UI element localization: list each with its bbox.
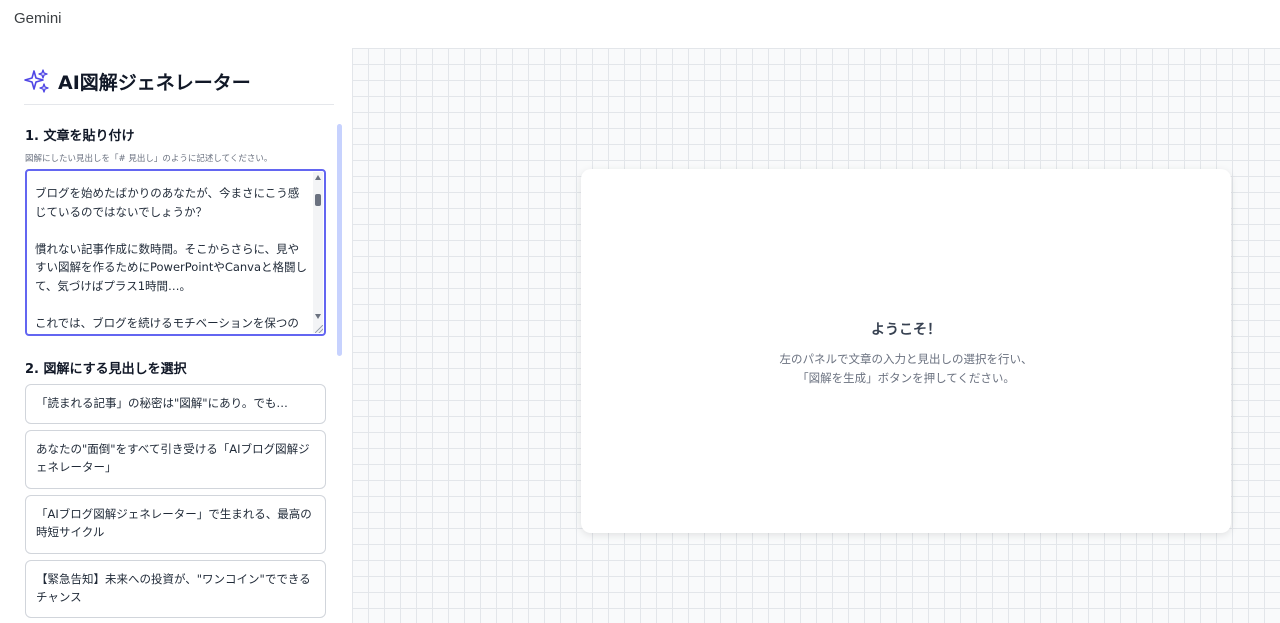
sparkle-icon [24,69,49,93]
resize-handle-icon[interactable] [315,325,323,333]
welcome-instruction-line2: 「図解を生成」ボタンを押してください。 [797,371,1015,385]
heading-option[interactable]: 【緊急告知】未来への投資が、"ワンコイン"でできるチャンス [25,560,326,618]
welcome-instruction-line1: 左のパネルで文章の入力と見出しの選択を行い、 [779,352,1033,366]
sidebar-scrollbar-thumb[interactable] [337,124,342,356]
section-paste-title: 1. 文章を貼り付け [25,129,135,144]
scroll-down-arrow-icon[interactable] [315,314,321,319]
heading-option[interactable]: 「読まれる記事」の秘密は"図解"にあり。でも… [25,384,326,424]
sidebar-title: AI図解ジェネレーター [58,72,251,94]
scroll-up-arrow-icon[interactable] [315,175,321,180]
top-bar: Gemini [0,0,1280,40]
welcome-card: ようこそ！ 左のパネルで文章の入力と見出しの選択を行い、 「図解を生成」ボタンを… [581,169,1231,533]
textarea-scroll-thumb[interactable] [315,194,321,206]
sidebar-panel: AI図解ジェネレーター 1. 文章を貼り付け 図解にしたい見出しを「# 見出し」… [0,48,346,623]
heading-option[interactable]: 「AIブログ図解ジェネレーター」で生まれる、最高の時短サイクル [25,495,326,554]
sidebar-scroll-area[interactable]: 1. 文章を貼り付け 図解にしたい見出しを「# 見出し」のように記述してください… [0,114,346,623]
article-textarea-value: ブログを始めたばかりのあなたが、今まさにこう感じているのではないでしょうか？ 慣… [35,186,308,330]
diagram-canvas: ようこそ！ 左のパネルで文章の入力と見出しの選択を行い、 「図解を生成」ボタンを… [352,48,1280,623]
section-paste-hint: 図解にしたい見出しを「# 見出し」のように記述してください。 [25,154,273,164]
textarea-scrollbar[interactable] [313,172,323,333]
welcome-title: ようこそ！ [871,322,941,338]
article-textarea[interactable]: ブログを始めたばかりのあなたが、今まさにこう感じているのではないでしょうか？ 慣… [25,169,326,336]
app-title: Gemini [14,10,62,27]
section-headings-title: 2. 図解にする見出しを選択 [25,362,187,377]
sidebar-header: AI図解ジェネレーター [24,66,334,105]
heading-option[interactable]: あなたの"面倒"をすべて引き受ける「AIブログ図解ジェネレーター」 [25,430,326,489]
